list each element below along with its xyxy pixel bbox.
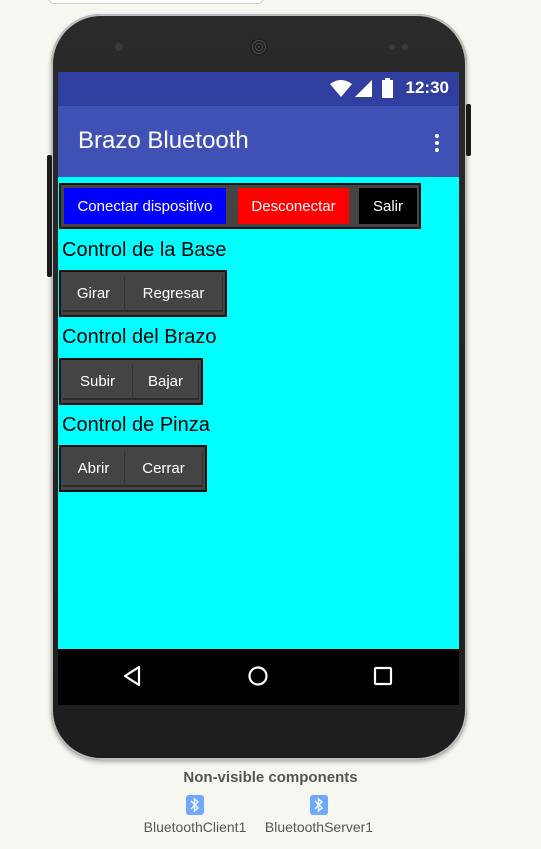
sensor-dot	[389, 44, 395, 50]
exit-button[interactable]: Salir	[359, 188, 417, 224]
disconnect-button[interactable]: Desconectar	[238, 188, 349, 224]
nonvisible-components-title: Non-visible components	[183, 769, 358, 786]
arm-section-title: Control del Brazo	[62, 326, 217, 348]
recents-icon[interactable]	[372, 665, 394, 687]
close-button[interactable]: Cerrar	[125, 450, 203, 487]
bluetooth-client-label: BluetoothClient1	[143, 819, 247, 835]
overflow-menu-icon[interactable]	[435, 134, 439, 155]
lower-button[interactable]: Bajar	[133, 363, 199, 400]
bluetooth-client-component[interactable]: BluetoothClient1	[135, 795, 255, 835]
wifi-icon	[330, 80, 352, 97]
phone-screen: 12:30 Brazo Bluetooth Conectar dispositi…	[58, 72, 459, 705]
bluetooth-icon	[310, 795, 328, 815]
gripper-controls-row: Abrir Cerrar	[59, 445, 207, 492]
status-bar: 12:30	[58, 72, 459, 106]
app-title: Brazo Bluetooth	[78, 127, 249, 154]
connection-row: Conectar dispositivo Desconectar Salir	[59, 183, 421, 229]
raise-button[interactable]: Subir	[63, 363, 133, 400]
gripper-section-title: Control de Pinza	[62, 414, 210, 436]
signal-icon	[355, 80, 372, 97]
base-section-title: Control de la Base	[62, 239, 227, 261]
navigation-bar	[58, 649, 459, 705]
rotate-button[interactable]: Girar	[63, 275, 125, 312]
sensor-dot	[402, 44, 408, 50]
return-button[interactable]: Regresar	[125, 275, 223, 312]
open-button[interactable]: Abrir	[63, 450, 125, 487]
power-button	[466, 104, 471, 156]
arm-controls-row: Subir Bajar	[59, 358, 203, 405]
front-camera	[115, 43, 123, 51]
app-bar: Brazo Bluetooth	[58, 106, 459, 177]
home-icon[interactable]	[247, 665, 269, 687]
bluetooth-server-component[interactable]: BluetoothServer1	[257, 795, 381, 835]
back-icon[interactable]	[122, 665, 142, 687]
connect-device-button[interactable]: Conectar dispositivo	[64, 188, 226, 224]
base-controls-row: Girar Regresar	[59, 270, 227, 317]
battery-icon	[382, 78, 393, 98]
top-tab	[48, 0, 264, 4]
earpiece-speaker	[250, 38, 268, 56]
volume-button	[47, 155, 52, 277]
bluetooth-icon	[186, 795, 204, 815]
bluetooth-server-label: BluetoothServer1	[264, 819, 374, 835]
status-time: 12:30	[405, 78, 449, 97]
